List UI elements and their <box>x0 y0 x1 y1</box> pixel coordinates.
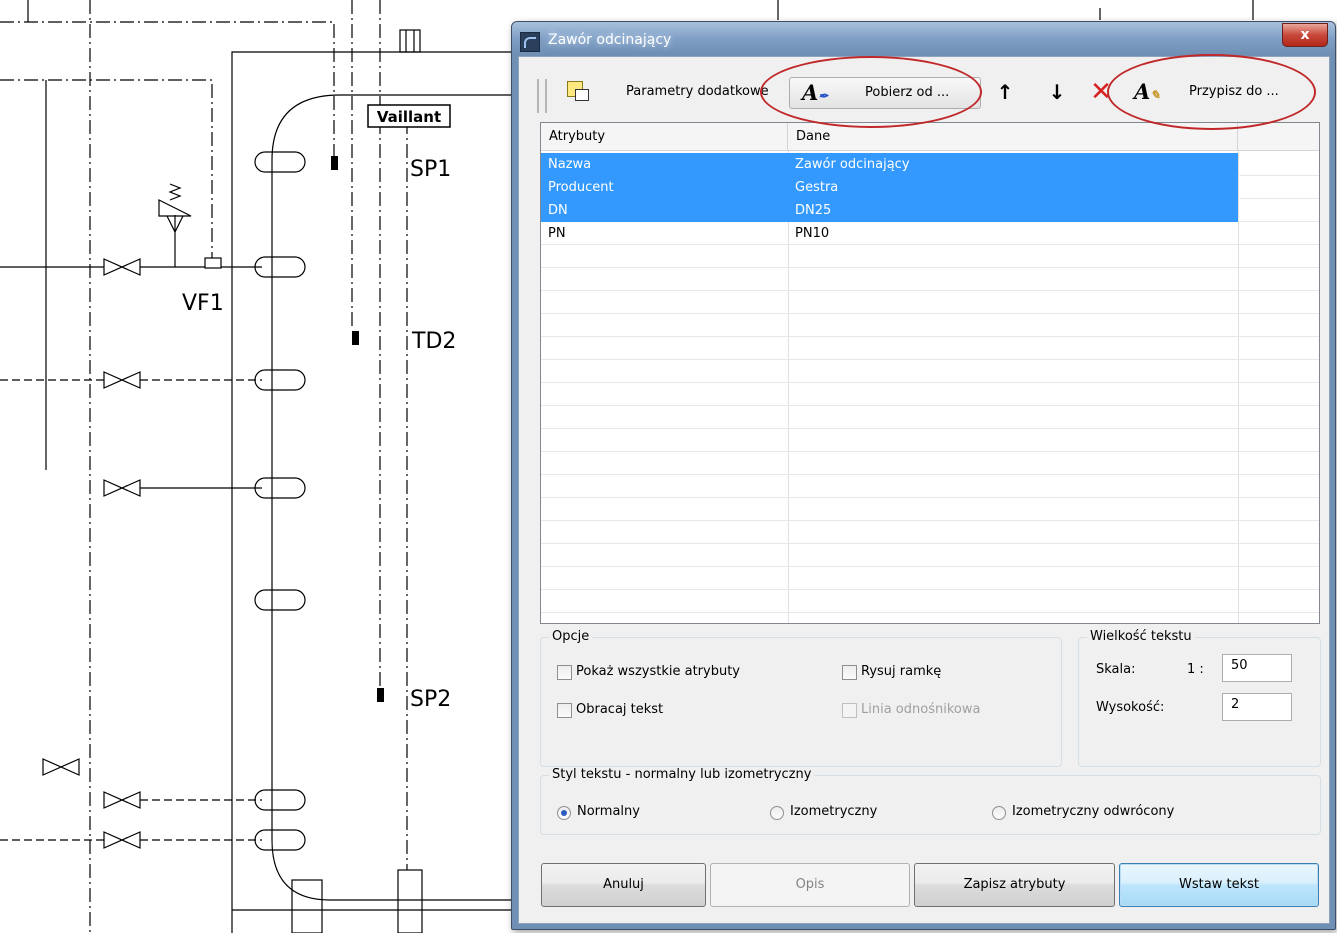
table-row[interactable]: Producent Gestra <box>541 176 1319 199</box>
radio-dot <box>770 806 784 820</box>
cancel-button[interactable]: Anuluj <box>541 863 706 907</box>
scale-input[interactable]: 50 <box>1222 654 1292 682</box>
table-gridline <box>541 589 1319 590</box>
options-group: Opcje Pokaż wszystkie atrybuty Rysuj ram… <box>540 629 1062 767</box>
close-button[interactable]: x <box>1282 23 1328 47</box>
table-gridline <box>541 382 1319 383</box>
app-icon <box>520 32 540 52</box>
table-gridline <box>541 359 1319 360</box>
additional-params-label: Parametry dodatkowe <box>626 84 769 99</box>
dialog-client-area: Parametry dodatkowe A✒ Pobierz od ... ↑ … <box>518 56 1330 924</box>
isometric-label: Izometryczny <box>790 804 878 819</box>
table-row[interactable]: PN PN10 <box>541 222 1319 245</box>
column-header-attributes[interactable]: Atrybuty <box>541 123 788 150</box>
scale-label: Skala: <box>1096 662 1136 677</box>
table-gridline <box>541 428 1319 429</box>
height-input[interactable]: 2 <box>1222 693 1292 721</box>
row-value: PN10 <box>795 226 830 241</box>
height-label: Wysokość: <box>1096 700 1165 715</box>
save-attributes-button[interactable]: Zapisz atrybuty <box>914 863 1115 907</box>
table-row[interactable]: DN DN25 <box>541 199 1319 222</box>
checkbox-box <box>557 703 572 718</box>
text-size-title: Wielkość tekstu <box>1087 629 1195 644</box>
row-attribute: Producent <box>541 176 788 199</box>
table-gridline <box>541 336 1319 337</box>
toolbar-grip[interactable] <box>537 79 547 113</box>
checkbox-box <box>842 665 857 680</box>
table-gridline <box>541 543 1319 544</box>
table-gridline <box>541 451 1319 452</box>
additional-params-button[interactable]: Parametry dodatkowe <box>549 77 779 107</box>
text-style-title: Styl tekstu - normalny lub izometryczny <box>549 767 815 782</box>
table-gridline <box>541 520 1319 521</box>
label-sp2: SP2 <box>410 687 451 712</box>
checkbox-box <box>842 703 857 718</box>
label-sp1: SP1 <box>410 157 451 182</box>
attributes-dialog: Zawór odcinający x Parametry dodatkowe A… <box>511 21 1336 930</box>
isometric-reversed-label: Izometryczny odwrócony <box>1012 804 1175 819</box>
table-gridline <box>541 405 1319 406</box>
draw-frame-label: Rysuj ramkę <box>861 664 942 679</box>
row-value: Gestra <box>788 176 1238 199</box>
text-size-group: Wielkość tekstu Skala: 1 : 50 Wysokość: … <box>1078 629 1321 767</box>
row-value: DN25 <box>788 199 1238 222</box>
text-style-group: Styl tekstu - normalny lub izometryczny … <box>540 767 1321 835</box>
row-attribute: PN <box>548 226 566 241</box>
options-title: Opcje <box>549 629 593 644</box>
attributes-table[interactable]: Atrybuty Dane Nazwa Zawór odcinający Pro… <box>540 122 1320 624</box>
normal-label: Normalny <box>577 804 640 819</box>
vaillant-logo: Vaillant <box>377 108 441 126</box>
table-gridline <box>541 290 1319 291</box>
table-gridline <box>541 612 1319 613</box>
scale-prefix: 1 : <box>1187 662 1204 677</box>
dialog-title: Zawór odcinający <box>548 32 672 48</box>
insert-text-button[interactable]: Wstaw tekst <box>1119 863 1319 907</box>
annotation-oval-assign-to <box>1107 54 1316 130</box>
row-attribute: DN <box>541 199 788 222</box>
arrow-up-icon[interactable]: ↑ <box>993 77 1017 107</box>
radio-dot <box>557 806 571 820</box>
show-all-attributes-label: Pokaż wszystkie atrybuty <box>576 664 740 679</box>
leader-line-label: Linia odnośnikowa <box>861 702 981 717</box>
label-td2: TD2 <box>411 329 456 354</box>
table-gridline <box>541 313 1319 314</box>
dialog-title-bar[interactable]: Zawór odcinający x <box>512 22 1335 55</box>
rotate-text-label: Obracaj tekst <box>576 702 664 717</box>
row-attribute: Nazwa <box>541 153 788 176</box>
table-row[interactable]: Nazwa Zawór odcinający <box>541 153 1319 176</box>
row-value: Zawór odcinający <box>788 153 1238 176</box>
arrow-down-icon[interactable]: ↓ <box>1045 77 1069 107</box>
table-gridline <box>541 474 1319 475</box>
radio-dot <box>992 806 1006 820</box>
table-gridline <box>541 566 1319 567</box>
table-gridline <box>541 267 1319 268</box>
description-button: Opis <box>710 863 910 907</box>
label-vf1: VF1 <box>182 291 224 316</box>
table-gridline <box>541 497 1319 498</box>
annotation-oval-get-from <box>760 56 982 128</box>
table-icon <box>575 89 589 101</box>
checkbox-box <box>557 665 572 680</box>
